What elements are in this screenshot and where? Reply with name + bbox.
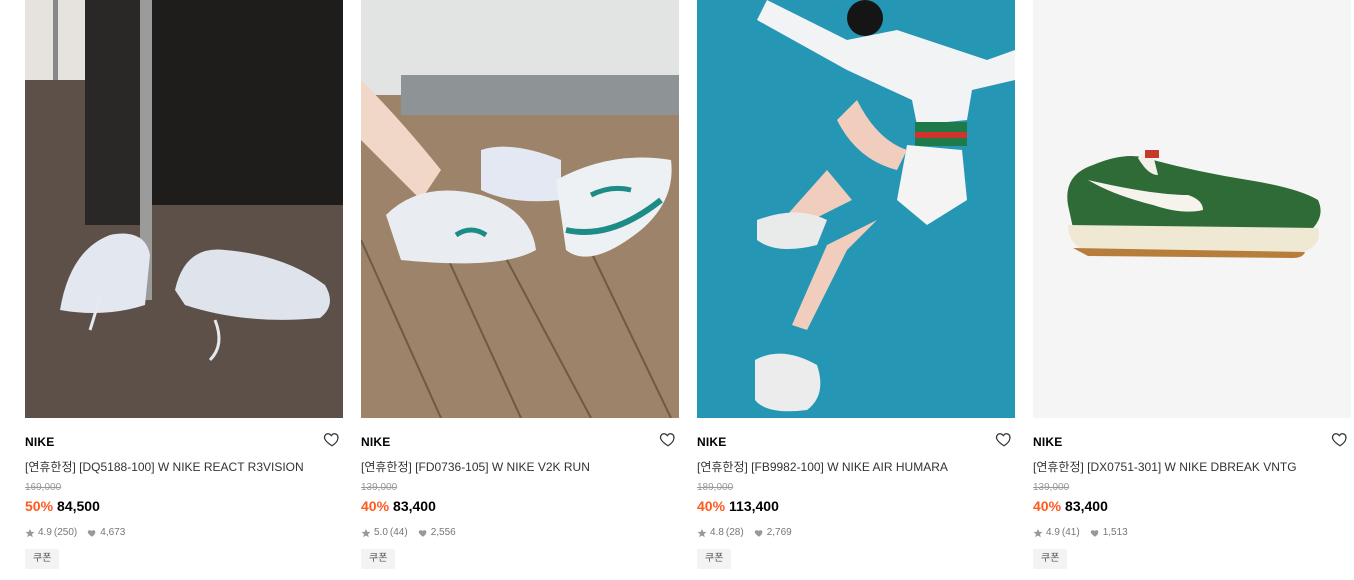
sale-price: 83,400 <box>1065 498 1108 514</box>
product-title[interactable]: [연휴한정] [FD0736-105] W NIKE V2K RUN <box>361 458 590 475</box>
coupon-badge: 쿠폰 <box>1033 549 1068 569</box>
product-stats: 4.9 (250) 4,673 <box>25 527 125 538</box>
discount-rate: 40% <box>361 498 390 514</box>
star-icon <box>697 528 707 538</box>
heart-filled-icon <box>87 528 97 538</box>
product-brand: NIKE <box>25 435 55 449</box>
coupon-badge: 쿠폰 <box>361 549 396 569</box>
discount-rate: 50% <box>25 498 54 514</box>
product-image[interactable] <box>25 0 343 418</box>
likes-count: 2,556 <box>430 527 456 538</box>
price-row: 50% 84,500 <box>25 498 100 514</box>
rating-value: 4.9 <box>38 527 52 538</box>
price-row: 40% 113,400 <box>697 498 779 514</box>
discount-rate: 40% <box>1033 498 1062 514</box>
product-stats: 5.0 (44) 2,556 <box>361 527 456 538</box>
sale-price: 84,500 <box>57 498 100 514</box>
star-icon <box>1033 528 1043 538</box>
product-card[interactable]: NIKE [연휴한정] [DX0751-301] W NIKE DBREAK V… <box>1033 0 1351 580</box>
heart-filled-icon <box>754 528 764 538</box>
discount-rate: 40% <box>697 498 726 514</box>
product-title[interactable]: [연휴한정] [FB9982-100] W NIKE AIR HUMARA <box>697 458 948 475</box>
product-card[interactable]: NIKE [연휴한정] [DQ5188-100] W NIKE REACT R3… <box>25 0 343 580</box>
product-brand: NIKE <box>1033 435 1063 449</box>
product-image[interactable] <box>1033 0 1351 418</box>
like-heart-icon[interactable] <box>995 430 1013 448</box>
product-title[interactable]: [연휴한정] [DX0751-301] W NIKE DBREAK VNTG <box>1033 458 1297 475</box>
rating-value: 4.9 <box>1046 527 1060 538</box>
original-price: 189,000 <box>697 482 734 493</box>
sale-price: 113,400 <box>729 498 779 514</box>
review-count: (41) <box>1061 527 1080 538</box>
price-row: 40% 83,400 <box>1033 498 1108 514</box>
sale-price: 83,400 <box>393 498 436 514</box>
product-card[interactable]: NIKE [연휴한정] [FD0736-105] W NIKE V2K RUN … <box>361 0 679 580</box>
review-count: (28) <box>725 527 744 538</box>
coupon-badge: 쿠폰 <box>25 549 60 569</box>
rating-value: 5.0 <box>374 527 388 538</box>
likes-count: 4,673 <box>100 527 126 538</box>
product-stats: 4.8 (28) 2,769 <box>697 527 792 538</box>
review-count: (44) <box>389 527 408 538</box>
product-image[interactable] <box>361 0 679 418</box>
original-price: 139,000 <box>1033 482 1070 493</box>
review-count: (250) <box>53 527 78 538</box>
product-card[interactable]: NIKE [연휴한정] [FB9982-100] W NIKE AIR HUMA… <box>697 0 1015 580</box>
heart-filled-icon <box>418 528 428 538</box>
product-title[interactable]: [연휴한정] [DQ5188-100] W NIKE REACT R3VISIO… <box>25 458 304 475</box>
product-brand: NIKE <box>361 435 391 449</box>
likes-count: 1,513 <box>1102 527 1128 538</box>
like-heart-icon[interactable] <box>659 430 677 448</box>
product-image[interactable] <box>697 0 1015 418</box>
product-stats: 4.9 (41) 1,513 <box>1033 527 1128 538</box>
price-row: 40% 83,400 <box>361 498 436 514</box>
like-heart-icon[interactable] <box>1331 430 1349 448</box>
like-heart-icon[interactable] <box>323 430 341 448</box>
heart-filled-icon <box>1090 528 1100 538</box>
product-brand: NIKE <box>697 435 727 449</box>
rating-value: 4.8 <box>710 527 724 538</box>
coupon-badge: 쿠폰 <box>697 549 732 569</box>
star-icon <box>25 528 35 538</box>
original-price: 139,000 <box>361 482 398 493</box>
likes-count: 2,769 <box>766 527 792 538</box>
product-grid: NIKE [연휴한정] [DQ5188-100] W NIKE REACT R3… <box>0 0 1354 580</box>
star-icon <box>361 528 371 538</box>
original-price: 169,000 <box>25 482 62 493</box>
